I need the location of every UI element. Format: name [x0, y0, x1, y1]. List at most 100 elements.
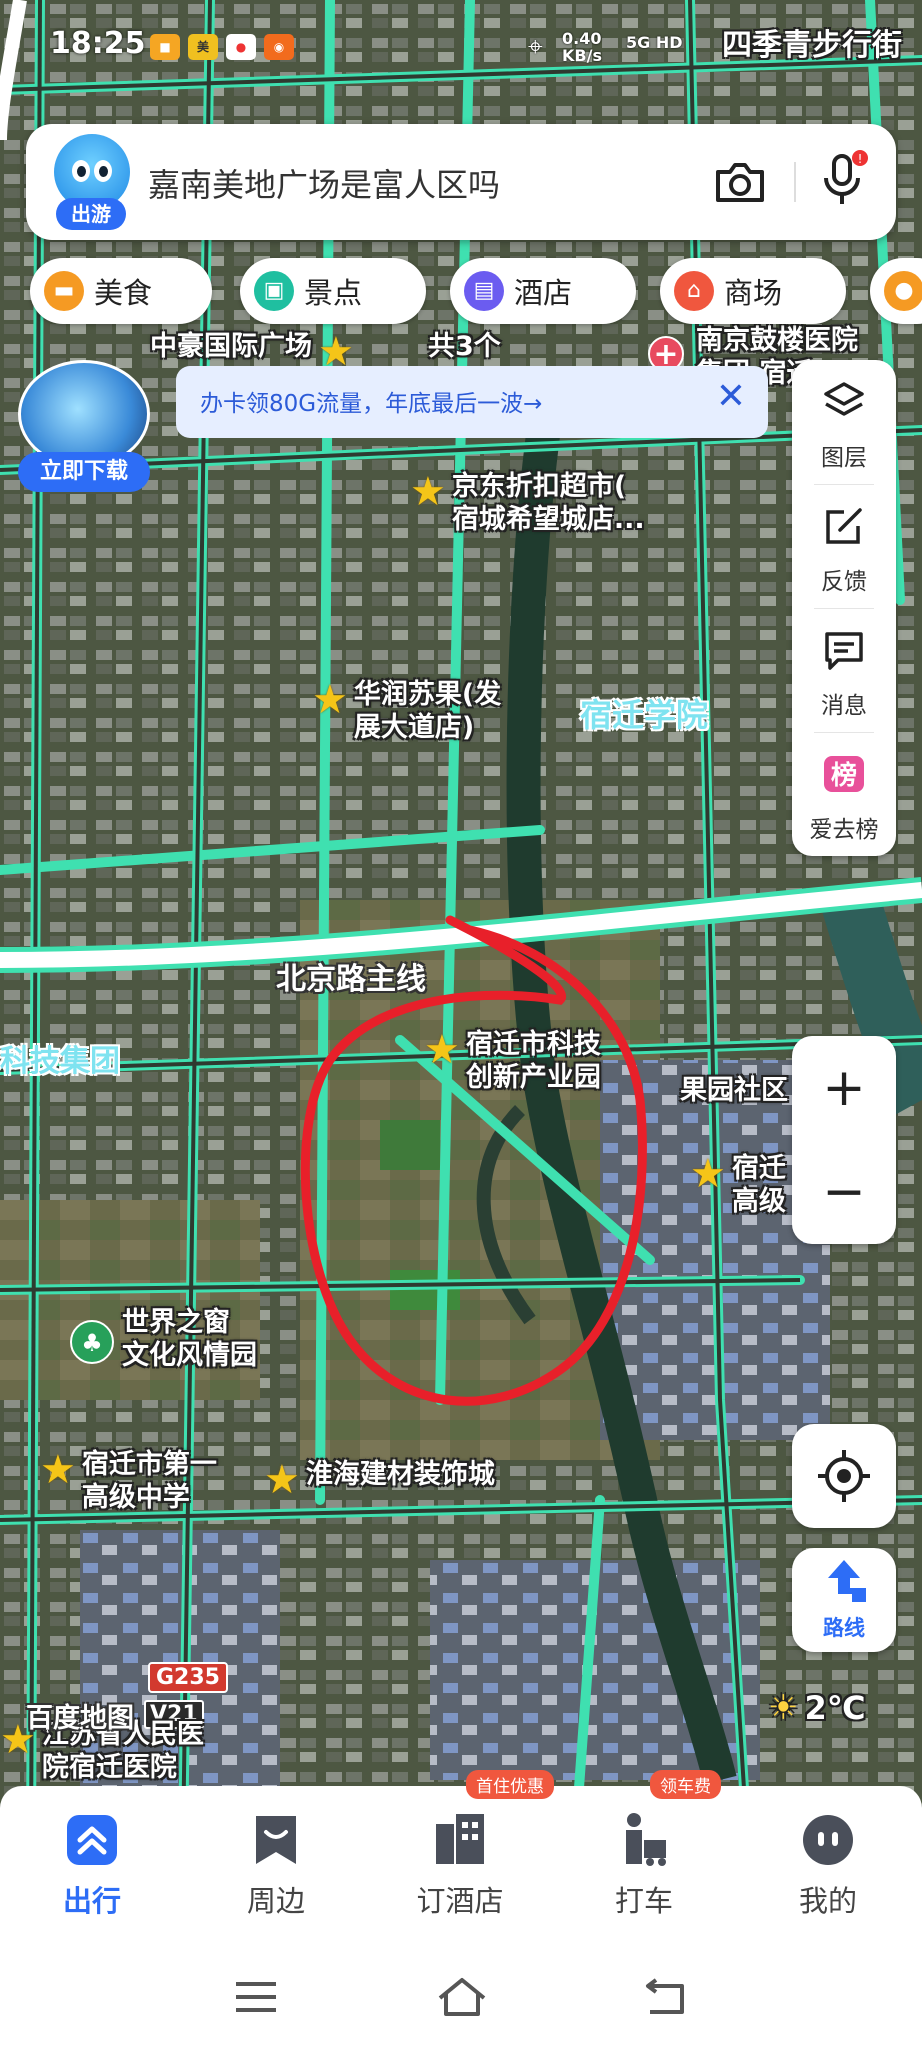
- poi-label: 淮海建材装饰城: [305, 1459, 495, 1490]
- app-notification-icon: ●: [226, 34, 256, 60]
- zoom-controls: + −: [792, 1036, 896, 1244]
- weather-widget[interactable]: ☀ 2℃: [768, 1688, 866, 1728]
- star-icon: ★: [264, 1457, 300, 1503]
- chip-label: 商场: [724, 276, 783, 310]
- search-divider: [794, 162, 796, 202]
- area-label-keji[interactable]: 科技集团: [0, 1036, 120, 1080]
- chip-more[interactable]: ●: [870, 258, 922, 324]
- poi-huarun[interactable]: ★ 华润苏果(发 展大道店): [312, 678, 501, 744]
- tool-feedback[interactable]: 反馈: [792, 484, 896, 608]
- sun-icon: ☀: [768, 1688, 799, 1728]
- search-bar[interactable]: 出游 嘉南美地广场是富人区吗 !: [26, 124, 896, 240]
- chip-mall[interactable]: ⌂ 商场: [660, 258, 846, 324]
- mascot-tag[interactable]: 出游: [56, 198, 126, 230]
- star-icon: ★: [40, 1447, 76, 1493]
- nav-label: 我的: [798, 1884, 857, 1918]
- signal-indicator: 5G HD: [626, 33, 683, 52]
- temperature: 2℃: [804, 1689, 866, 1727]
- crosshair-icon: [818, 1450, 870, 1502]
- home-icon[interactable]: [432, 1974, 492, 2020]
- poi-huaihai[interactable]: ★ 淮海建材装饰城: [264, 1458, 495, 1502]
- route-label: 路线: [823, 1616, 865, 1640]
- status-bar: 18:25 ■ 美 ● ◉ ⌖ 0.40 KB/s 5G HD 四季青步行街: [0, 0, 922, 92]
- nav-nearby[interactable]: 周边: [184, 1786, 368, 1946]
- tool-ranking[interactable]: 榜 爱去榜: [792, 732, 896, 856]
- system-navigation-bar: [0, 1946, 922, 2048]
- chip-label: 景点: [304, 276, 363, 310]
- download-button[interactable]: 立即下载: [18, 452, 150, 492]
- profile-icon: [803, 1815, 853, 1865]
- layers-icon: [824, 382, 864, 416]
- nav-travel[interactable]: 出行: [0, 1786, 184, 1946]
- right-toolbar: 图层 反馈 消息 榜 爱去榜: [792, 360, 896, 856]
- taxi-icon: [626, 1813, 666, 1866]
- travel-icon: [67, 1815, 117, 1865]
- chip-label: 美食: [94, 276, 153, 310]
- app-notification-icon: ◉: [264, 34, 294, 60]
- star-icon: ★: [312, 677, 348, 723]
- nav-label: 打车: [614, 1884, 673, 1918]
- nearby-icon: [256, 1816, 296, 1864]
- tool-label: 反馈: [821, 569, 867, 595]
- tool-label: 图层: [821, 445, 867, 471]
- feedback-icon: [826, 508, 862, 544]
- route-arrow-icon: [828, 1560, 866, 1602]
- more-category-icon: ●: [884, 271, 922, 311]
- camera-icon[interactable]: [712, 154, 768, 210]
- chip-food[interactable]: ▬ 美食: [30, 258, 212, 324]
- chip-hotel[interactable]: ▤ 酒店: [450, 258, 636, 324]
- tool-message[interactable]: 消息: [792, 608, 896, 732]
- star-icon: ★: [690, 1151, 726, 1197]
- poi-diyi-gaozhong[interactable]: ★ 宿迁市第一 高级中学: [40, 1448, 217, 1514]
- nav-label: 出行: [62, 1884, 121, 1918]
- zoom-out-button[interactable]: −: [792, 1140, 896, 1244]
- poi-count[interactable]: 共3个: [428, 330, 501, 363]
- star-icon: ★: [410, 469, 446, 515]
- poi-label: 世界之窗 文化风情园: [122, 1307, 257, 1371]
- location-status-icon: ⌖: [528, 32, 543, 62]
- microphone-icon[interactable]: !: [816, 150, 872, 210]
- map-watermark: 百度地图: [26, 1703, 134, 1734]
- search-input[interactable]: 嘉南美地广场是富人区吗: [148, 160, 500, 206]
- poi-suqian-gaoji[interactable]: ★ 宿迁 高级: [690, 1152, 786, 1218]
- tool-label: 消息: [821, 693, 867, 719]
- mall-icon: ⌂: [674, 271, 714, 311]
- poi-label: 中豪国际广场: [150, 331, 312, 362]
- star-icon: ★: [424, 1027, 460, 1073]
- category-chips: ▬ 美食 ▣ 景点 ▤ 酒店 ⌂ 商场 ●: [0, 258, 922, 330]
- area-label-xueyuan[interactable]: 宿迁学院: [580, 690, 708, 736]
- poi-guoyuan[interactable]: 果园社区: [680, 1074, 788, 1107]
- menu-icon[interactable]: [226, 1974, 286, 2020]
- poi-label: 京东折扣超市( 宿城希望城店...: [451, 471, 645, 535]
- tool-label: 爱去榜: [809, 817, 879, 843]
- park-icon: ♣: [70, 1320, 114, 1364]
- clock: 18:25: [50, 26, 146, 61]
- locate-button[interactable]: [792, 1424, 896, 1528]
- nav-profile[interactable]: 我的: [736, 1786, 920, 1946]
- close-icon[interactable]: ✕: [716, 376, 746, 417]
- hotel-icon: ▤: [464, 271, 504, 311]
- app-notification-icon: ■: [150, 34, 180, 60]
- svg-text:!: !: [858, 152, 863, 166]
- route-button[interactable]: 路线: [792, 1548, 896, 1652]
- map-location-title: 四季青步行街: [722, 28, 902, 63]
- poi-keji-yuan[interactable]: ★ 宿迁市科技 创新产业园: [424, 1028, 601, 1094]
- message-icon: [825, 632, 863, 670]
- promo-banner[interactable]: 办卡领80G流量，年底最后一波→ ✕: [176, 366, 768, 438]
- scenic-icon: ▣: [254, 271, 294, 311]
- nav-taxi[interactable]: 领车费 打车: [552, 1770, 736, 1946]
- nav-hotel[interactable]: 首住优惠 订酒店: [368, 1770, 554, 1946]
- banner-text[interactable]: 办卡领80G流量，年底最后一波→: [200, 384, 542, 418]
- promo-badge: 首住优惠: [466, 1770, 554, 1799]
- network-speed: 0.40 KB/s: [562, 29, 602, 65]
- poi-jd-supermarket[interactable]: ★ 京东折扣超市( 宿城希望城店...: [410, 470, 645, 536]
- poi-shijie[interactable]: 世界之窗 文化风情园: [122, 1306, 257, 1372]
- hotel-booking-icon: [436, 1814, 484, 1864]
- chip-scenic[interactable]: ▣ 景点: [240, 258, 426, 324]
- poi-label: 共3个: [428, 331, 501, 362]
- tool-layers[interactable]: 图层: [792, 360, 896, 484]
- promo-badge: 领车费: [650, 1770, 721, 1799]
- bottom-nav: 出行 周边 首住优惠 订酒店 领车费 打车 我的: [0, 1770, 922, 1946]
- back-icon[interactable]: [636, 1974, 696, 2020]
- zoom-in-button[interactable]: +: [792, 1036, 896, 1140]
